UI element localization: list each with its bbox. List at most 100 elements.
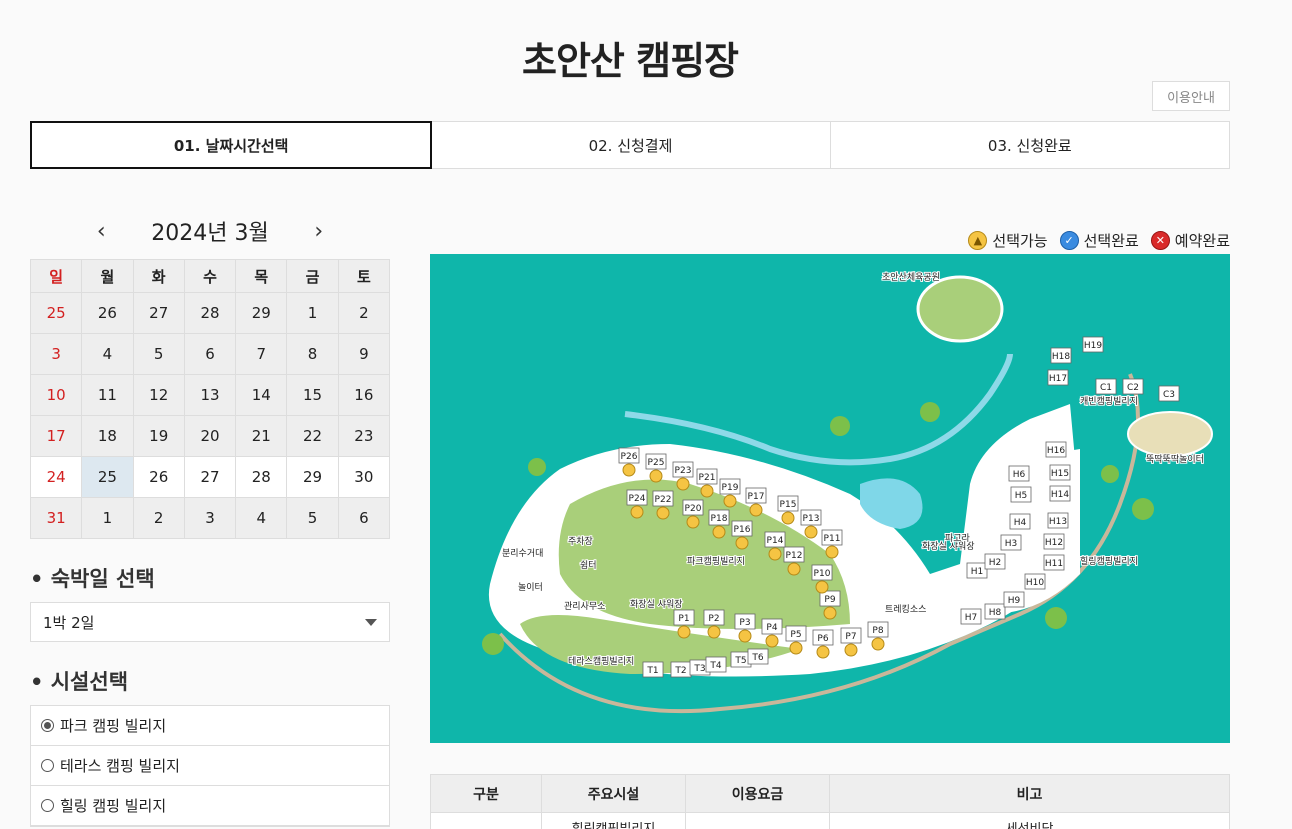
legend-label: 선택완료 bbox=[1083, 232, 1139, 250]
radio-icon[interactable] bbox=[41, 799, 54, 812]
campsite-h13[interactable]: H13 bbox=[1047, 512, 1069, 529]
chevron-right-icon[interactable]: › bbox=[299, 219, 339, 244]
campsite-h12[interactable]: H12 bbox=[1043, 533, 1065, 550]
tent-available-icon bbox=[630, 505, 644, 519]
campsite-h18[interactable]: H18 bbox=[1050, 347, 1072, 364]
stay-section-label: 숙박일 선택 bbox=[50, 567, 155, 591]
campsite-c1[interactable]: C1 bbox=[1095, 378, 1117, 395]
facility-option-label: 힐링 캠핑 빌리지 bbox=[60, 797, 167, 815]
map-label-management: 관리사무소 bbox=[564, 601, 605, 612]
page-title: 초안산 캠핑장 bbox=[522, 39, 739, 83]
campsite-label: C1 bbox=[1100, 383, 1112, 393]
campsite-label: P10 bbox=[814, 569, 831, 579]
campsite-h17[interactable]: H17 bbox=[1047, 369, 1069, 386]
step-payment[interactable]: 02. 신청결제 bbox=[431, 122, 831, 168]
campsite-t6[interactable]: T6 bbox=[747, 648, 769, 665]
campsite-h8[interactable]: H8 bbox=[984, 603, 1006, 620]
tent-available-icon bbox=[686, 515, 700, 529]
campsite-h7[interactable]: H7 bbox=[960, 608, 982, 625]
campsite-label: P13 bbox=[803, 514, 820, 524]
campsite-c3[interactable]: C3 bbox=[1158, 385, 1180, 402]
legend-label: 예약완료 bbox=[1174, 232, 1230, 250]
calendar-day[interactable]: 29 bbox=[286, 456, 339, 498]
info-table: 구분 주요시설 이용요금 비고 힐링캠핑빌리지 세선비닥 bbox=[430, 774, 1230, 829]
calendar-day: 4 bbox=[235, 497, 288, 539]
campsite-h3[interactable]: H3 bbox=[1000, 534, 1022, 551]
campsite-h10[interactable]: H10 bbox=[1024, 573, 1046, 590]
weekday-header: 토 bbox=[337, 259, 391, 293]
calendar-day[interactable]: 28 bbox=[235, 456, 288, 498]
calendar-day: 11 bbox=[81, 374, 134, 416]
calendar-day[interactable]: 27 bbox=[183, 456, 237, 498]
campsite-c2[interactable]: C2 bbox=[1122, 378, 1144, 395]
campsite-t4[interactable]: T4 bbox=[705, 656, 727, 673]
campsite-h14[interactable]: H14 bbox=[1049, 485, 1071, 502]
calendar-header: ‹ 2024년 3월 › bbox=[30, 213, 390, 249]
campsite-label: P9 bbox=[824, 595, 835, 605]
campsite-label: P20 bbox=[685, 504, 702, 514]
campsite-h2[interactable]: H2 bbox=[984, 553, 1006, 570]
map-label-cabin: 캐빈캠핑빌리지 bbox=[1080, 395, 1138, 407]
calendar-grid: 일월화수목금토 25 26 27 28 29 1 2 3 4 5 6 7 8 9 10 11 12 13 14 15 1… bbox=[29, 259, 391, 539]
calendar-day: 25 bbox=[29, 292, 83, 334]
campsite-label: T4 bbox=[709, 661, 721, 671]
calendar-day: 19 bbox=[132, 415, 185, 457]
radio-icon[interactable] bbox=[41, 719, 54, 732]
weekday-header: 일 bbox=[29, 259, 83, 293]
facility-option-healing[interactable]: 힐링 캠핑 빌리지 bbox=[31, 786, 389, 826]
map-label-resting: 파고라 bbox=[945, 533, 971, 544]
campsite-h15[interactable]: H15 bbox=[1049, 464, 1071, 481]
calendar-day[interactable]: 26 bbox=[132, 456, 185, 498]
map-legend: ▲ 선택가능 ✓ 선택완료 ✕ 예약완료 bbox=[940, 230, 1230, 251]
radio-icon[interactable] bbox=[41, 759, 54, 772]
calendar-day[interactable]: 30 bbox=[337, 456, 391, 498]
guide-button[interactable]: 이용안내 bbox=[1152, 81, 1230, 111]
calendar-day: 23 bbox=[337, 415, 391, 457]
tent-available-icon bbox=[815, 580, 829, 594]
campsite-label: H10 bbox=[1026, 578, 1044, 588]
step-complete[interactable]: 03. 신청완료 bbox=[831, 122, 1229, 168]
tent-available-icon bbox=[816, 645, 830, 659]
legend-selected: ✓ 선택완료 bbox=[1059, 230, 1139, 251]
campsite-h1[interactable]: H1 bbox=[966, 562, 988, 579]
campsite-t1[interactable]: T1 bbox=[642, 661, 664, 678]
campsite-h11[interactable]: H11 bbox=[1043, 554, 1065, 571]
weekday-header: 월 bbox=[81, 259, 134, 293]
tent-available-icon bbox=[707, 625, 721, 639]
campsite-h16[interactable]: H16 bbox=[1045, 441, 1067, 458]
calendar-day: 26 bbox=[81, 292, 134, 334]
calendar-day[interactable]: 25 bbox=[81, 456, 134, 498]
campsite-label: P18 bbox=[711, 514, 728, 524]
campsite-label: H4 bbox=[1014, 518, 1027, 528]
campsite-h19[interactable]: H19 bbox=[1082, 336, 1104, 353]
campsite-label: P5 bbox=[790, 630, 801, 640]
table-row: 힐링캠핑빌리지 세선비닥 bbox=[430, 812, 1230, 829]
map-label-toilet-shower: 화장실 샤워장 bbox=[630, 599, 683, 610]
campsite-h5[interactable]: H5 bbox=[1010, 486, 1032, 503]
campsite-h6[interactable]: H6 bbox=[1008, 465, 1030, 482]
campsite-label: H19 bbox=[1084, 341, 1102, 351]
campsite-label: C2 bbox=[1127, 383, 1139, 393]
calendar-day[interactable]: 24 bbox=[29, 456, 83, 498]
step-date-select[interactable]: 01. 날짜시간선택 bbox=[30, 121, 433, 169]
campsite-h9[interactable]: H9 bbox=[1003, 591, 1025, 608]
facility-option-terrace[interactable]: 테라스 캠핑 빌리지 bbox=[31, 746, 389, 786]
campsite-label: H7 bbox=[965, 613, 978, 623]
campsite-label: P15 bbox=[780, 500, 797, 510]
tent-available-icon: ▲ bbox=[968, 231, 988, 250]
campsite-label: P14 bbox=[767, 536, 784, 546]
info-cell: 힐링캠핑빌리지 bbox=[541, 812, 686, 829]
tent-available-icon bbox=[768, 547, 782, 561]
calendar-day: 5 bbox=[286, 497, 339, 539]
facility-option-park[interactable]: 파크 캠핑 빌리지 bbox=[31, 706, 389, 746]
info-header-note: 비고 bbox=[829, 774, 1230, 813]
campsite-h4[interactable]: H4 bbox=[1009, 513, 1031, 530]
campsite-label: P17 bbox=[748, 492, 765, 502]
campsite-label: H5 bbox=[1015, 491, 1028, 501]
campsite-t2[interactable]: T2 bbox=[670, 661, 692, 678]
stay-select[interactable]: 1박 2일 bbox=[30, 602, 390, 642]
tent-available-icon bbox=[656, 506, 670, 520]
map-label-terrace-village: 테라스캠핑빌리지 bbox=[568, 655, 634, 667]
chevron-left-icon[interactable]: ‹ bbox=[81, 219, 121, 244]
calendar-day: 2 bbox=[132, 497, 185, 539]
